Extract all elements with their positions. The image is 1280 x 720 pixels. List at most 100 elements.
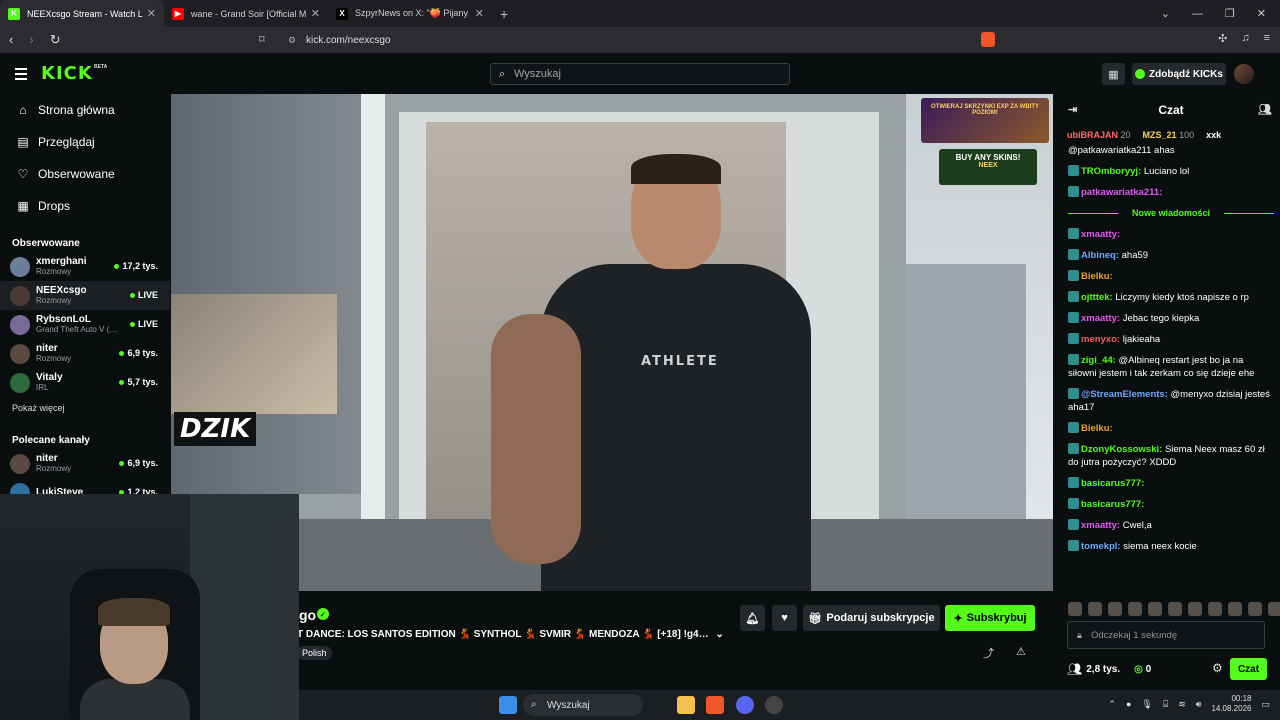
reload-icon[interactable]: ↻: [50, 32, 61, 48]
share-icon[interactable]: ⤴: [983, 645, 994, 661]
leaderboard-entry[interactable]: MZS_21 100: [1143, 130, 1195, 140]
channel-points[interactable]: ◎ 0: [1134, 664, 1151, 675]
browser-tab[interactable]: X SzpyrNews on X: "🍑 Pijany Szeliga c… ✕: [328, 0, 492, 27]
chat-username[interactable]: tomekpl:: [1081, 541, 1121, 552]
emote-icon[interactable]: [1128, 602, 1142, 616]
emote-icon[interactable]: [1188, 602, 1202, 616]
emote-icon[interactable]: [1228, 602, 1242, 616]
volume-icon[interactable]: 🔊︎: [1196, 699, 1202, 710]
emote-icon[interactable]: [1108, 602, 1122, 616]
chat-username[interactable]: TROmboryyj:: [1081, 166, 1141, 177]
extensions-icon[interactable]: ✣: [1218, 32, 1227, 45]
hamburger-menu-icon[interactable]: [15, 68, 27, 83]
chat-username[interactable]: Bielku:: [1081, 423, 1113, 434]
taskbar-search[interactable]: ⌕ Wyszukaj: [523, 694, 643, 716]
get-kicks-button[interactable]: Zdobądź KICKs: [1132, 63, 1226, 85]
emote-icon[interactable]: [1248, 602, 1262, 616]
chat-username[interactable]: basicarus777:: [1081, 499, 1144, 510]
chat-username[interactable]: xmaatty:: [1081, 520, 1120, 531]
network-icon[interactable]: ⌸: [1163, 699, 1168, 710]
tray-app-icon[interactable]: ●: [1126, 699, 1131, 709]
leaderboard-entry[interactable]: xxk: [1206, 130, 1221, 140]
sidebar-nav-item[interactable]: ⌂ Strona główna: [0, 94, 170, 126]
url-field[interactable]: ⚙ kick.com/neexcsgo: [280, 30, 975, 50]
emote-icon[interactable]: [1148, 602, 1162, 616]
language-tag[interactable]: Polish: [297, 646, 332, 660]
brave-browser-icon[interactable]: [706, 696, 724, 714]
report-icon[interactable]: ⚠: [1016, 645, 1026, 658]
kick-logo[interactable]: KICK: [41, 63, 93, 84]
video-player[interactable]: ATHLETE DZIK OTWIERAJ SKRZYNKI EXP ZA WB…: [171, 94, 1053, 591]
chat-username[interactable]: xmaatty:: [1081, 313, 1120, 324]
site-info-icon[interactable]: ⚙: [288, 35, 296, 46]
microphone-icon[interactable]: 🎙︎: [1141, 699, 1152, 710]
close-tab-icon[interactable]: ✕: [475, 7, 484, 20]
clock[interactable]: 00:18 14.08.2026: [1211, 694, 1251, 714]
chevron-down-icon[interactable]: ⌄: [715, 629, 723, 640]
search-input[interactable]: ⌕ Wyszukaj: [490, 63, 790, 85]
chat-input[interactable]: 🔒︎ Odczekaj 1 sekundę: [1067, 621, 1265, 649]
collapse-chat-icon[interactable]: ⇥: [1068, 103, 1077, 116]
tray-overflow-icon[interactable]: ⌃: [1108, 699, 1116, 710]
close-tab-icon[interactable]: ✕: [147, 7, 156, 20]
sidebar-channel[interactable]: niter Rozmowy 6,9 tys.: [0, 339, 170, 368]
chat-username[interactable]: Bielku:: [1081, 271, 1113, 282]
close-tab-icon[interactable]: ✕: [311, 7, 320, 20]
emote-icon[interactable]: [1208, 602, 1222, 616]
browser-tab[interactable]: ▶ wane - Grand Soir [Official Music Vid… ✕: [164, 0, 328, 27]
sidebar-nav-item[interactable]: ▦ Drops: [0, 190, 170, 222]
send-chat-button[interactable]: Czat: [1230, 658, 1267, 680]
start-icon[interactable]: [499, 696, 517, 714]
emote-icon[interactable]: [1088, 602, 1102, 616]
new-tab-button[interactable]: +: [492, 6, 516, 22]
streamer-name[interactable]: go: [299, 607, 316, 623]
maximize-icon[interactable]: ❐: [1225, 7, 1235, 20]
brave-shields-icon[interactable]: [981, 32, 995, 47]
wifi-icon[interactable]: ≋: [1178, 699, 1186, 710]
chat-username[interactable]: ojtttek:: [1081, 292, 1113, 303]
follow-button[interactable]: ♥: [772, 605, 797, 631]
dashboard-button[interactable]: ▦: [1102, 63, 1125, 85]
sidebar-channel[interactable]: Vitaly IRL 5,7 tys.: [0, 368, 170, 397]
chat-username[interactable]: zigi_44:: [1081, 355, 1116, 366]
user-avatar[interactable]: [1234, 64, 1254, 84]
sidebar-channel[interactable]: NEEXcsgo Rozmowy LIVE: [0, 281, 170, 310]
gear-icon[interactable]: ⚙: [1212, 661, 1223, 675]
emote-icon[interactable]: [1068, 602, 1082, 616]
leaderboard-entry[interactable]: ubiBRAJAN 20: [1067, 130, 1131, 140]
forward-icon[interactable]: ›: [29, 32, 33, 48]
notifications-icon[interactable]: ▭: [1261, 699, 1270, 710]
emote-icon[interactable]: [1168, 602, 1182, 616]
show-more-link[interactable]: Pokaż więcej: [0, 397, 170, 419]
app-icon[interactable]: [765, 696, 783, 714]
media-icon[interactable]: ♫: [1241, 32, 1249, 45]
search-placeholder: Wyszukaj: [514, 68, 561, 80]
browser-tab[interactable]: K NEEXcsgo Stream - Watch Li… ✕: [0, 0, 164, 27]
minimize-icon[interactable]: —: [1192, 8, 1203, 20]
tab-list-icon[interactable]: ⌄: [1161, 7, 1170, 20]
sidebar-channel[interactable]: RybsonLoL Grand Theft Auto V (… LIVE: [0, 310, 170, 339]
chat-username[interactable]: xmaatty:: [1081, 229, 1120, 240]
sidebar-channel[interactable]: xmerghani Rozmowy 17,2 tys.: [0, 252, 170, 281]
sidebar-channel[interactable]: niter Rozmowy 6,9 tys.: [0, 449, 170, 478]
menu-icon[interactable]: ≡: [1264, 32, 1270, 45]
chat-username[interactable]: basicarus777:: [1081, 478, 1144, 489]
emote-icon[interactable]: [1268, 602, 1280, 616]
channel-name: xmerghani: [36, 256, 87, 267]
gift-sub-button[interactable]: 🎁︎ Podaruj subskrypcje: [803, 605, 940, 631]
chat-username[interactable]: menyxo:: [1081, 334, 1120, 345]
sidebar-nav-item[interactable]: ♡ Obserwowane: [0, 158, 170, 190]
chat-username[interactable]: patkawariatka211:: [1081, 187, 1162, 198]
back-icon[interactable]: ‹: [9, 32, 13, 48]
discord-icon[interactable]: [736, 696, 754, 714]
sidebar-nav-item[interactable]: ▤ Przeglądaj: [0, 126, 170, 158]
chat-users-icon[interactable]: 👥︎: [1258, 103, 1272, 116]
chat-username[interactable]: DzonyKossowski:: [1081, 444, 1162, 455]
bookmark-icon[interactable]: ⌑: [259, 33, 265, 46]
file-explorer-icon[interactable]: [677, 696, 695, 714]
chat-username[interactable]: @StreamElements:: [1081, 389, 1168, 400]
notification-button[interactable]: 🔔︎: [740, 605, 765, 631]
chat-username[interactable]: Albineq:: [1081, 250, 1119, 261]
close-window-icon[interactable]: ✕: [1257, 7, 1266, 20]
subscribe-button[interactable]: ✦ Subskrybuj: [945, 605, 1035, 631]
